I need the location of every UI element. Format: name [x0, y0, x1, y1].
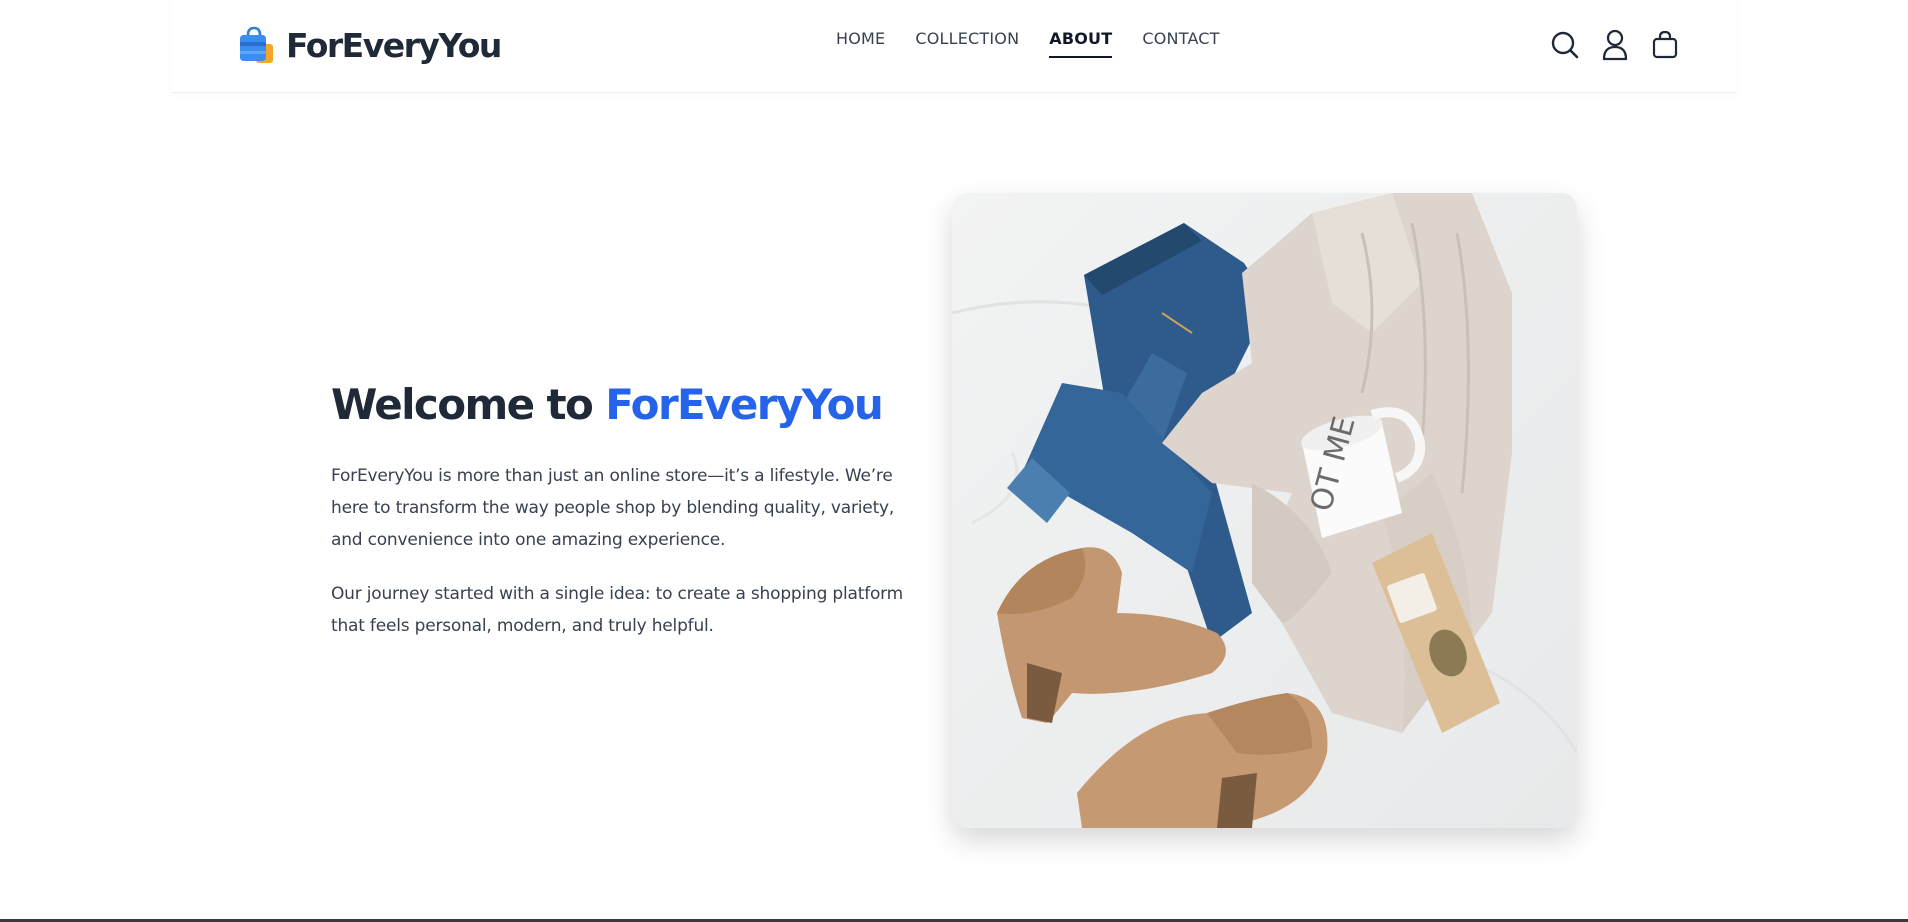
cart-button[interactable] [1648, 28, 1682, 62]
account-button[interactable] [1598, 28, 1632, 62]
logo[interactable]: ForEveryYou [236, 24, 502, 68]
shopping-bag-icon [240, 26, 273, 63]
site-header: ForEveryYou HOME COLLECTION ABOUT CONTAC… [171, 0, 1737, 93]
title-brand: ForEveryYou [605, 380, 884, 429]
search-icon [1551, 31, 1579, 59]
nav-home[interactable]: HOME [836, 28, 885, 56]
about-paragraph-1: ForEveryYou is more than just an online … [331, 466, 895, 550]
about-paragraph-2: Our journey started with a single idea: … [331, 584, 904, 636]
title-prefix: Welcome to [331, 380, 606, 429]
nav-contact[interactable]: CONTACT [1142, 28, 1219, 56]
main-nav: HOME COLLECTION ABOUT CONTACT [836, 28, 1250, 62]
about-image: OT ME [952, 193, 1577, 828]
cart-icon [1652, 30, 1678, 59]
brand-name: ForEveryYou [286, 26, 502, 65]
search-button[interactable] [1548, 28, 1582, 62]
header-actions [1548, 28, 1698, 62]
clothing-flatlay-illustration: OT ME [952, 193, 1577, 828]
page-title: Welcome to ForEveryYou [331, 372, 911, 438]
user-icon [1602, 29, 1628, 61]
nav-collection[interactable]: COLLECTION [915, 28, 1019, 56]
nav-about[interactable]: ABOUT [1049, 28, 1113, 58]
about-section: Welcome to ForEveryYou ForEveryYou is mo… [331, 372, 911, 642]
